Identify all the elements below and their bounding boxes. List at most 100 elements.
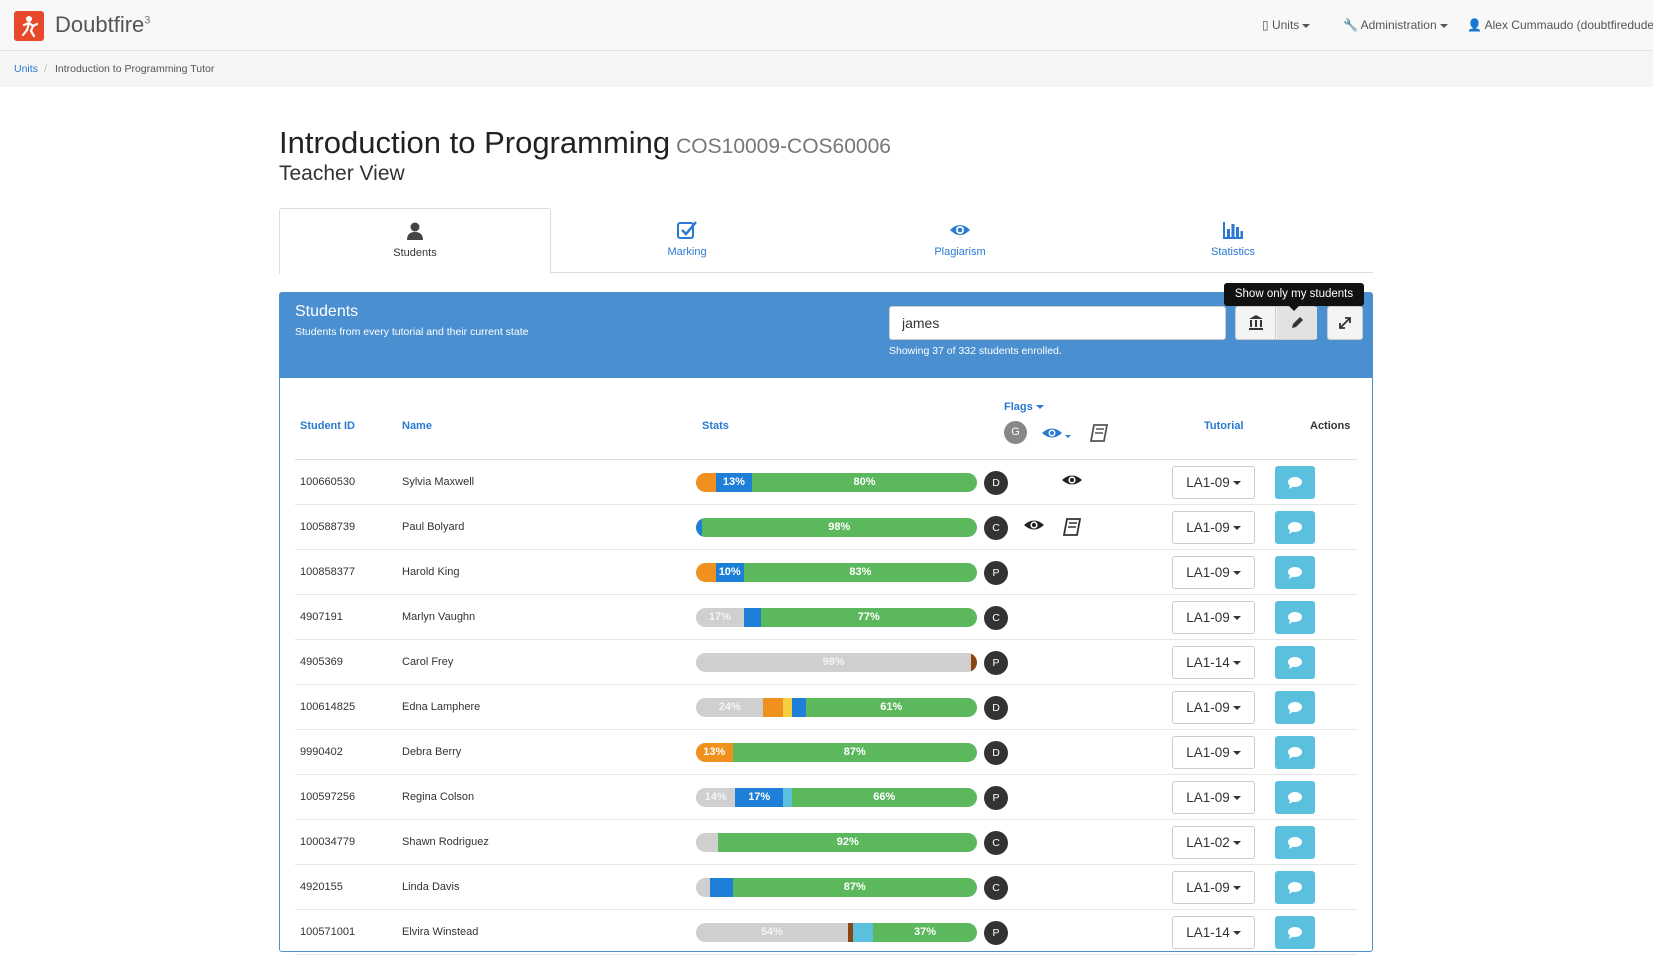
comment-button[interactable] <box>1275 826 1315 859</box>
page-subtitle: Teacher View <box>279 162 405 185</box>
tooltip-arrow <box>1289 306 1299 311</box>
table-row[interactable]: 4907191 Marlyn Vaughn 17% 77% C LA1-09 <box>295 595 1357 640</box>
tutorial-dropdown[interactable]: LA1-09 <box>1172 511 1255 544</box>
stats-progress-bar[interactable]: 14% 17% 66% <box>696 788 977 807</box>
column-header-student-id[interactable]: Student ID <box>300 420 355 432</box>
panel-header: Students Students from every tutorial an… <box>280 293 1372 378</box>
tutorial-label: LA1-14 <box>1186 655 1230 670</box>
plagiarism-filter-eye-icon[interactable] <box>1041 424 1073 442</box>
breadcrumb-units-link[interactable]: Units <box>14 63 38 75</box>
grade-badge: C <box>984 831 1008 855</box>
stats-progress-bar[interactable]: 13% 80% <box>696 473 977 492</box>
caret-down-icon <box>1232 616 1241 621</box>
caret-down-icon <box>1232 481 1241 486</box>
user-menu[interactable]: 👤 Alex Cummaudo (doubtfiredude) <box>1467 18 1653 32</box>
portfolio-book-icon[interactable] <box>1088 423 1110 443</box>
table-row[interactable]: 100858377 Harold King 10% 83% P LA1-09 <box>295 550 1357 595</box>
table-row[interactable]: 100614825 Edna Lamphere 24% 61% D LA1-09 <box>295 685 1357 730</box>
grade-badge: P <box>984 786 1008 810</box>
tab-plagiarism[interactable]: Plagiarism <box>824 208 1096 273</box>
stats-segment <box>710 878 733 897</box>
tutorial-dropdown[interactable]: LA1-09 <box>1172 691 1255 724</box>
administration-menu[interactable]: 🔧 Administration <box>1343 18 1448 32</box>
tutorial-dropdown[interactable]: LA1-14 <box>1172 916 1255 949</box>
stats-progress-bar[interactable]: 98% <box>696 653 977 672</box>
stats-progress-bar[interactable]: 54% 37% <box>696 923 977 942</box>
table-row[interactable]: 100034779 Shawn Rodriguez 92% C LA1-02 <box>295 820 1357 865</box>
tab-students[interactable]: Students <box>279 208 551 274</box>
comment-button[interactable] <box>1275 871 1315 904</box>
stats-segment <box>783 698 792 717</box>
expand-button[interactable] <box>1327 306 1363 340</box>
stats-segment: 98% <box>701 518 977 537</box>
student-name: Regina Colson <box>402 791 475 803</box>
tutorial-dropdown[interactable]: LA1-09 <box>1172 466 1255 499</box>
stats-segment: 87% <box>732 743 977 762</box>
caret-down-icon <box>1302 23 1311 28</box>
tab-marking[interactable]: Marking <box>551 208 823 273</box>
table-row[interactable]: 100597256 Regina Colson 14% 17% 66% P LA1-09 <box>295 775 1357 820</box>
tutorial-label: LA1-09 <box>1186 745 1230 760</box>
flags-dropdown[interactable]: Flags <box>1004 401 1044 413</box>
wrench-icon: 🔧 <box>1343 18 1358 32</box>
comment-button[interactable] <box>1275 691 1315 724</box>
comment-button[interactable] <box>1275 646 1315 679</box>
caret-down-icon <box>1232 526 1241 531</box>
portfolio-book-icon[interactable] <box>1061 517 1083 537</box>
stats-segment <box>696 878 711 897</box>
plagiarism-eye-icon[interactable] <box>1061 472 1083 492</box>
grade-flag-filter[interactable]: G <box>1004 421 1027 444</box>
stats-segment <box>696 563 716 582</box>
stats-segment: 14% <box>696 788 736 807</box>
tab-statistics[interactable]: Statistics <box>1097 208 1369 273</box>
tutorial-dropdown[interactable]: LA1-09 <box>1172 736 1255 769</box>
tutorial-label: LA1-09 <box>1186 475 1230 490</box>
stats-progress-bar[interactable]: 13% 87% <box>696 743 977 762</box>
doubtfire-logo-icon[interactable] <box>14 11 44 41</box>
brand-name[interactable]: Doubtfire3 <box>55 12 150 38</box>
table-row[interactable]: 9990402 Debra Berry 13% 87% D LA1-09 <box>295 730 1357 775</box>
plagiarism-eye-icon[interactable] <box>1023 517 1045 537</box>
tutorial-dropdown[interactable]: LA1-09 <box>1172 601 1255 634</box>
units-menu[interactable]: ▯ Units <box>1262 18 1311 32</box>
comment-icon <box>1275 477 1315 503</box>
stats-progress-bar[interactable]: 92% <box>696 833 977 852</box>
tutorial-dropdown[interactable]: LA1-09 <box>1172 871 1255 904</box>
comment-button[interactable] <box>1275 601 1315 634</box>
stats-progress-bar[interactable]: 98% <box>696 518 977 537</box>
comment-button[interactable] <box>1275 556 1315 589</box>
table-row[interactable]: 4920155 Linda Davis 87% C LA1-09 <box>295 865 1357 910</box>
table-row[interactable]: 100660530 Sylvia Maxwell 13% 80% D LA1-09 <box>295 460 1357 505</box>
column-header-tutorial[interactable]: Tutorial <box>1204 420 1244 432</box>
stats-progress-bar[interactable]: 17% 77% <box>696 608 977 627</box>
tutorial-dropdown[interactable]: LA1-02 <box>1172 826 1255 859</box>
my-students-button[interactable] <box>1277 307 1317 339</box>
table-row[interactable]: 100588739 Paul Bolyard 98% C LA1-09 <box>295 505 1357 550</box>
all-students-button[interactable] <box>1236 307 1276 339</box>
stats-progress-bar[interactable]: 10% 83% <box>696 563 977 582</box>
student-name: Linda Davis <box>402 881 460 893</box>
comment-button[interactable] <box>1275 466 1315 499</box>
search-input[interactable] <box>889 306 1226 340</box>
tutorial-dropdown[interactable]: LA1-14 <box>1172 646 1255 679</box>
stats-progress-bar[interactable]: 24% 61% <box>696 698 977 717</box>
tutorial-label: LA1-09 <box>1186 880 1230 895</box>
table-row[interactable]: 100571001 Elvira Winstead 54% 37% P LA1-14 <box>295 910 1357 955</box>
tutorial-dropdown[interactable]: LA1-09 <box>1172 781 1255 814</box>
tutorial-label: LA1-09 <box>1186 700 1230 715</box>
expand-icon <box>1339 317 1351 329</box>
column-header-stats[interactable]: Stats <box>702 420 729 432</box>
stats-segment: 17% <box>696 608 744 627</box>
stats-segment: 17% <box>735 788 784 807</box>
stats-progress-bar[interactable]: 87% <box>696 878 977 897</box>
table-row[interactable]: 4905369 Carol Frey 98% P LA1-14 <box>295 640 1357 685</box>
comment-button[interactable] <box>1275 781 1315 814</box>
stats-segment: 61% <box>805 698 977 717</box>
comment-button[interactable] <box>1275 736 1315 769</box>
stats-segment <box>853 923 873 942</box>
comment-button[interactable] <box>1275 916 1315 949</box>
comment-button[interactable] <box>1275 511 1315 544</box>
stats-segment <box>743 608 761 627</box>
column-header-name[interactable]: Name <box>402 420 432 432</box>
tutorial-dropdown[interactable]: LA1-09 <box>1172 556 1255 589</box>
